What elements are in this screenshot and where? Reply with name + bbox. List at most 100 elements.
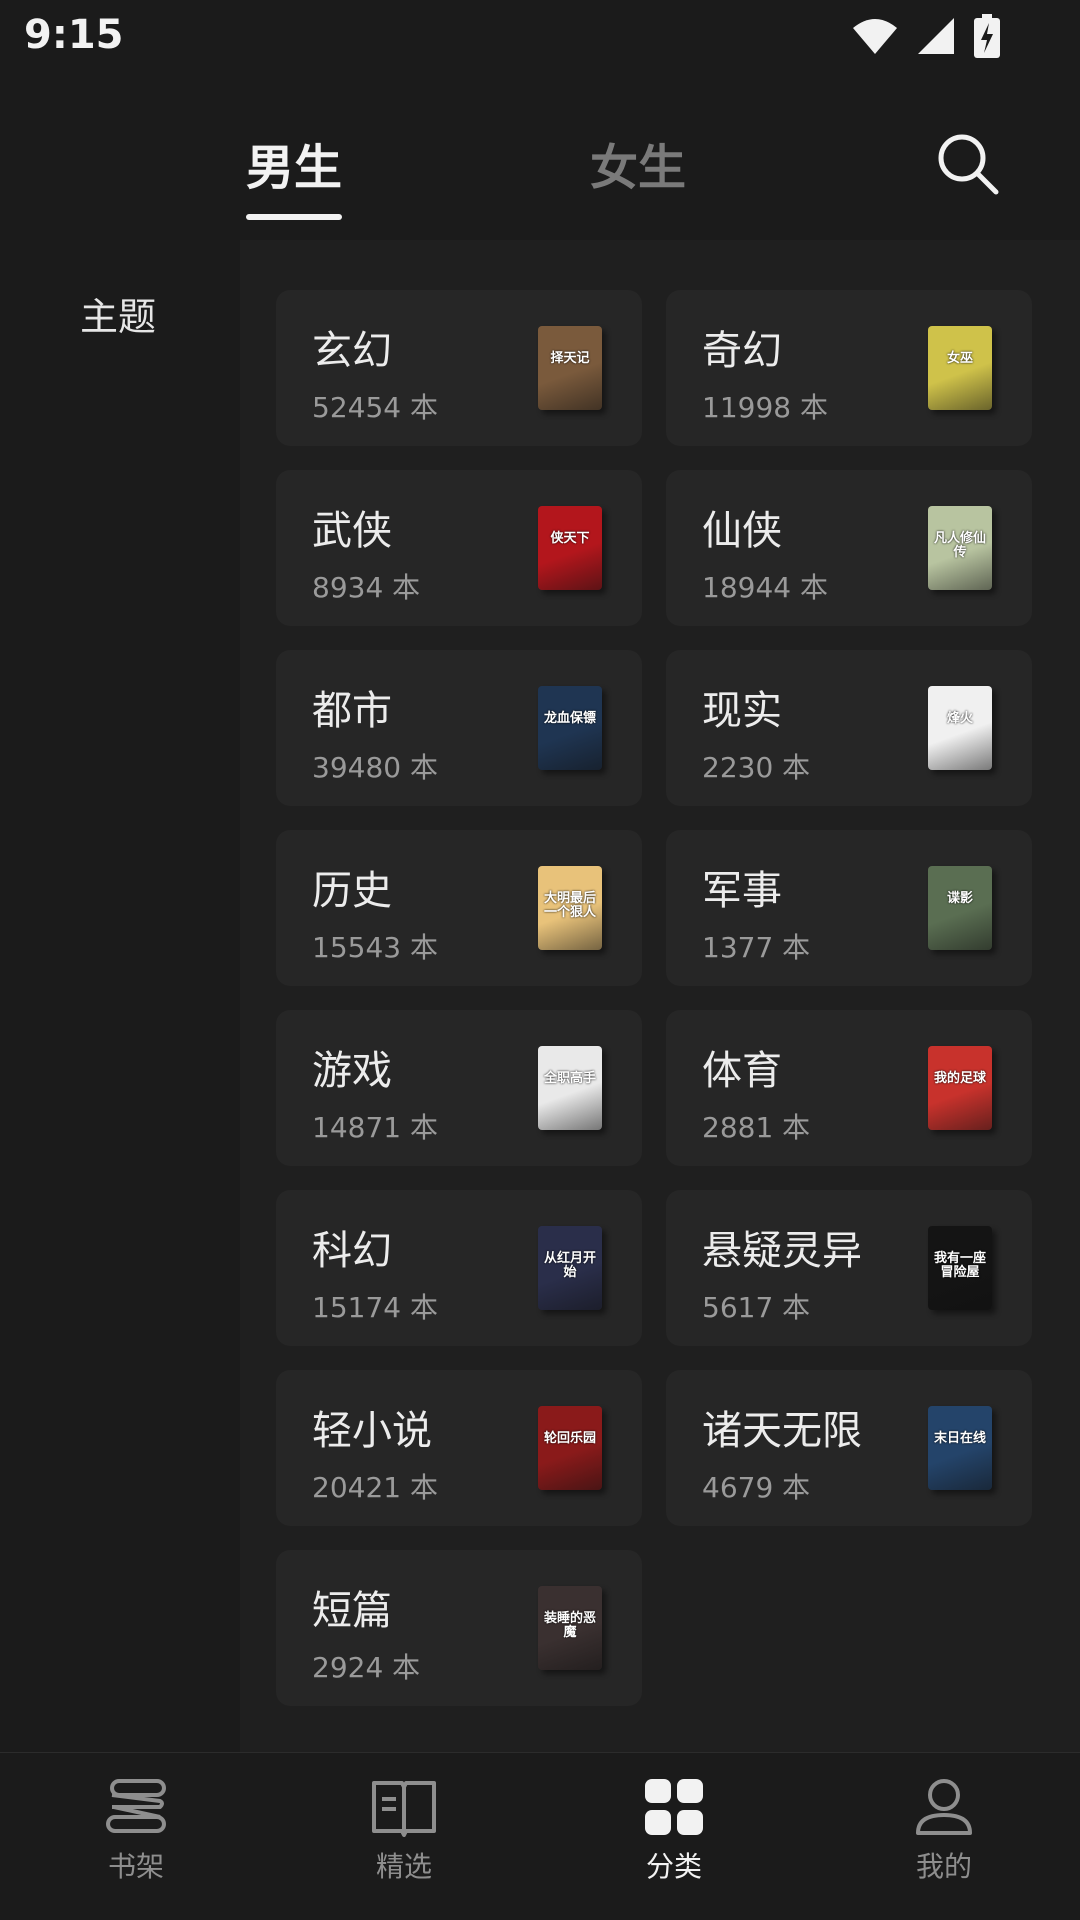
book-cover-title: 龙血保镖	[543, 711, 596, 726]
category-count: 4679 本	[702, 1471, 811, 1504]
category-count: 2924 本	[312, 1651, 421, 1684]
category-count: 5617 本	[702, 1291, 811, 1324]
status-bar: 9:15	[0, 0, 1080, 72]
category-card[interactable]: 诸天无限 4679 本 末日在线	[666, 1370, 1032, 1526]
category-title: 都市	[312, 688, 392, 734]
book-cover-thumbnail: 我有一座冒险屋	[928, 1226, 992, 1310]
book-cover-title: 择天记	[550, 351, 590, 366]
category-title: 短篇	[312, 1588, 392, 1634]
book-cover-title: 轮回乐园	[543, 1431, 596, 1446]
battery-icon	[974, 14, 1000, 58]
category-card[interactable]: 历史 15543 本 大明最后一个狠人	[276, 830, 642, 986]
category-count: 14871 本	[312, 1111, 438, 1144]
book-cover-title: 我的足球	[933, 1071, 986, 1086]
book-cover-title: 末日在线	[933, 1431, 986, 1446]
category-card[interactable]: 现实 2230 本 烽火	[666, 650, 1032, 806]
category-title: 历史	[312, 868, 392, 914]
nav-category-label: 分类	[645, 1850, 702, 1883]
search-icon[interactable]	[932, 128, 1004, 200]
category-card[interactable]: 体育 2881 本 我的足球	[666, 1010, 1032, 1166]
book-cover-thumbnail: 烽火	[928, 686, 992, 770]
grid-icon	[645, 1779, 703, 1835]
nav-profile-label: 我的	[915, 1850, 972, 1883]
book-cover-thumbnail: 我的足球	[928, 1046, 992, 1130]
category-title: 现实	[702, 688, 782, 734]
header: 男生 女生	[0, 100, 1080, 230]
nav-featured[interactable]: 精选	[334, 1777, 474, 1897]
category-card[interactable]: 科幻 15174 本 从红月开始	[276, 1190, 642, 1346]
book-cover-thumbnail: 谍影	[928, 866, 992, 950]
category-count: 39480 本	[312, 751, 438, 784]
book-cover-thumbnail: 全职高手	[538, 1046, 602, 1130]
category-title: 武侠	[312, 508, 392, 554]
book-cover-title: 凡人修仙传	[933, 531, 986, 560]
book-cover-title: 谍影	[946, 891, 973, 906]
nav-category[interactable]: 分类	[604, 1777, 744, 1897]
category-card[interactable]: 军事 1377 本 谍影	[666, 830, 1032, 986]
category-count: 18944 本	[702, 571, 828, 604]
book-cover-title: 全职高手	[543, 1071, 596, 1086]
category-title: 军事	[702, 868, 782, 914]
book-cover-thumbnail: 大明最后一个狠人	[538, 866, 602, 950]
signal-icon	[918, 18, 954, 54]
nav-featured-label: 精选	[375, 1850, 432, 1883]
screen: 9:15 男生 女生 主题 玄幻 52454 本择天记 奇幻 11998 本 女…	[0, 0, 1080, 1920]
wifi-icon	[853, 19, 897, 54]
book-cover-thumbnail: 凡人修仙传	[928, 506, 992, 590]
tab-male[interactable]: 男生	[246, 128, 342, 198]
category-card[interactable]: 仙侠 18944 本 凡人修仙传	[666, 470, 1032, 626]
book-cover-thumbnail: 末日在线	[928, 1406, 992, 1490]
bottom-nav: 书架 精选 分类 我的	[0, 1752, 1080, 1920]
category-title: 轻小说	[312, 1408, 432, 1454]
book-cover-title: 女巫	[946, 351, 973, 366]
person-icon	[916, 1779, 972, 1835]
category-card[interactable]: 游戏 14871 本 全职高手	[276, 1010, 642, 1166]
book-cover-thumbnail: 从红月开始	[538, 1226, 602, 1310]
book-cover-thumbnail: 择天记	[538, 326, 602, 410]
book-cover-title: 从红月开始	[543, 1251, 596, 1280]
book-cover-thumbnail: 装睡的恶魔	[538, 1586, 602, 1670]
category-count: 20421 本	[312, 1471, 438, 1504]
category-title: 科幻	[312, 1228, 392, 1274]
category-card[interactable]: 短篇 2924 本 装睡的恶魔	[276, 1550, 642, 1706]
book-cover-thumbnail: 龙血保镖	[538, 686, 602, 770]
category-count: 11998 本	[702, 391, 828, 424]
category-card[interactable]: 武侠 8934 本 侠天下	[276, 470, 642, 626]
book-cover-title: 我有一座冒险屋	[933, 1251, 986, 1280]
tab-active-indicator	[246, 214, 342, 220]
tab-female[interactable]: 女生	[590, 128, 686, 198]
category-card[interactable]: 轻小说 20421 本 轮回乐园	[276, 1370, 642, 1526]
category-content: 玄幻 52454 本 择天记 奇幻 11998 本 女巫武侠 8934 本 侠天下 仙侠 1894…	[240, 240, 1080, 1752]
book-cover-title: 大明最后一个狠人	[543, 891, 596, 920]
category-title: 诸天无限	[702, 1408, 862, 1454]
category-title: 游戏	[312, 1048, 392, 1094]
nav-bookshelf-label: 书架	[107, 1850, 164, 1883]
category-count: 15174 本	[312, 1291, 438, 1324]
book-cover-title: 装睡的恶魔	[543, 1611, 596, 1640]
category-card[interactable]: 奇幻 11998 本 女巫	[666, 290, 1032, 446]
category-count: 2230 本	[702, 751, 811, 784]
category-count: 2881 本	[702, 1111, 811, 1144]
nav-profile[interactable]: 我的	[874, 1777, 1014, 1897]
side-menu-item-theme[interactable]: 主题	[80, 286, 156, 341]
status-icons	[852, 14, 1000, 58]
category-grid: 玄幻 52454 本 择天记 奇幻 11998 本 女巫武侠 8934 本 侠天下 仙侠 1894…	[276, 290, 1032, 1706]
book-cover-title: 烽火	[946, 711, 973, 726]
category-count: 8934 本	[312, 571, 421, 604]
category-title: 玄幻	[312, 328, 392, 374]
book-cover-thumbnail: 女巫	[928, 326, 992, 410]
category-card[interactable]: 都市 39480 本 龙血保镖	[276, 650, 642, 806]
category-title: 悬疑灵异	[702, 1228, 862, 1274]
status-time: 9:15	[24, 12, 124, 58]
category-count: 15543 本	[312, 931, 438, 964]
book-cover-thumbnail: 轮回乐园	[538, 1406, 602, 1490]
bookshelf-icon	[106, 1779, 166, 1833]
nav-bookshelf[interactable]: 书架	[66, 1777, 206, 1897]
book-cover-title: 侠天下	[550, 531, 590, 546]
category-title: 仙侠	[702, 508, 782, 554]
category-card[interactable]: 玄幻 52454 本 择天记	[276, 290, 642, 446]
category-card[interactable]: 悬疑灵异 5617 本 我有一座冒险屋	[666, 1190, 1032, 1346]
category-title: 奇幻	[702, 328, 782, 374]
book-cover-thumbnail: 侠天下	[538, 506, 602, 590]
side-menu: 主题	[0, 240, 240, 1752]
